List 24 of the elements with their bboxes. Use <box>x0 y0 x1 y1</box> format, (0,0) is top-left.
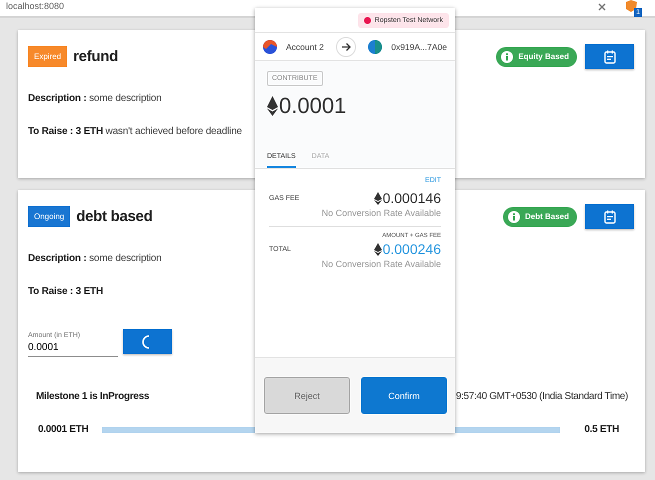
milestone-date: 9:57:40 GMT+0530 (India Standard Time) <box>456 391 628 402</box>
fee-value: 0.000246 <box>382 241 441 257</box>
url-text[interactable]: localhost:8080 <box>6 1 64 11</box>
recipient-address: 0x919A...7A0e <box>391 42 447 52</box>
description-text: Description : some description <box>28 93 163 104</box>
milestone-text: Milestone 1 is InProgress <box>36 391 150 402</box>
max-amount: 0.5 ETH <box>584 424 619 435</box>
fee-value: 0.000146 <box>382 190 441 206</box>
chip-label: Equity Based <box>518 52 569 61</box>
conversion-note: No Conversion Rate Available <box>322 208 441 218</box>
status-badge: Ongoing <box>28 206 70 227</box>
conversion-note: No Conversion Rate Available <box>322 259 441 269</box>
account-name: Account 2 <box>286 42 324 52</box>
chip-label: Debt Based <box>524 212 569 221</box>
campaign-title: refund <box>73 48 118 65</box>
campaign-title: debt based <box>76 208 152 225</box>
confirm-button[interactable]: Confirm <box>361 377 447 414</box>
reject-button[interactable]: Reject <box>264 377 350 414</box>
raise-text: To Raise : 3 ETH <box>28 286 104 297</box>
status-badge: Expired <box>28 46 68 67</box>
min-amount: 0.0001 ETH <box>38 424 88 435</box>
amount-field[interactable]: 0.0001 <box>28 342 118 357</box>
amount-value: 0.0001 <box>279 93 346 119</box>
raise-text: To Raise : 3 ETH wasn't achieved before deadline <box>28 126 243 137</box>
